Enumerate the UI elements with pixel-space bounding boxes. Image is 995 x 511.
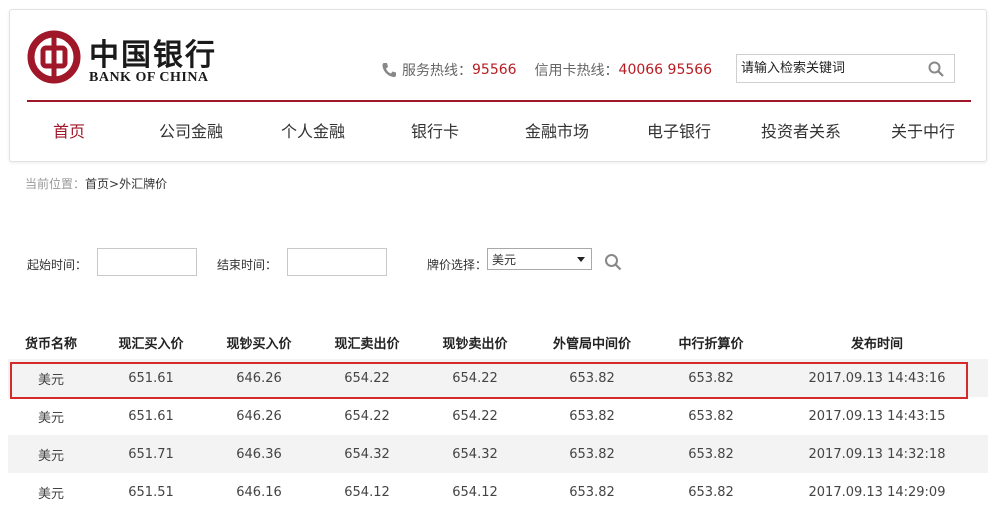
cell-spot-buy: 651.71 (128, 446, 174, 462)
cell-currency: 美元 (37, 372, 64, 388)
cell-cash-sell: 654.22 (452, 370, 498, 386)
cell-boc-rate: 653.82 (688, 408, 734, 424)
breadcrumb: 当前位置：首页>外汇牌价 (25, 175, 167, 192)
cell-spot-sell: 654.12 (344, 484, 390, 500)
price-select-label: 牌价选择： (427, 258, 488, 272)
site-search (736, 54, 955, 83)
start-time-input[interactable] (97, 248, 197, 276)
rate-filter: 起始时间： 结束时间： 牌价选择： 美元 (25, 248, 985, 280)
cell-publish-time: 2017.09.13 14:43:16 (808, 370, 946, 386)
table-row[interactable]: 美元 651.61 646.26 654.22 654.22 653.82 65… (8, 359, 988, 397)
header-boc-rate: 中行折算价 (678, 336, 744, 352)
nav-item-corporate[interactable]: 公司金融 (159, 118, 223, 142)
cell-spot-buy: 651.61 (128, 408, 174, 424)
bank-of-china-emblem-icon (27, 30, 81, 84)
service-hotline-label: 服务热线： (402, 63, 472, 79)
currency-select-value: 美元 (492, 252, 517, 267)
breadcrumb-prefix: 当前位置： (25, 177, 86, 191)
header-currency: 货币名称 (24, 336, 77, 352)
table-header: 货币名称 现汇买入价 现钞买入价 现汇卖出价 现钞卖出价 外管局中间价 中行折算… (8, 325, 988, 359)
hotlines: 服务热线： 95566 信用卡热线： 40066 95566 (380, 60, 712, 80)
filter-search-icon[interactable] (604, 253, 622, 271)
end-time-label: 结束时间： (217, 258, 278, 272)
cell-currency: 美元 (37, 410, 64, 426)
header-cash-buy: 现钞买入价 (226, 336, 292, 352)
header-safe-middle: 外管局中间价 (552, 336, 631, 352)
cell-spot-buy: 651.61 (128, 370, 174, 386)
nav-item-cards[interactable]: 银行卡 (411, 118, 459, 142)
nav-item-investors[interactable]: 投资者关系 (761, 118, 841, 142)
header-spot-buy: 现汇买入价 (118, 336, 184, 352)
header-publish-time: 发布时间 (850, 336, 903, 352)
cell-cash-sell: 654.32 (452, 446, 498, 462)
cell-publish-time: 2017.09.13 14:29:09 (808, 484, 946, 500)
cell-cash-sell: 654.22 (452, 408, 498, 424)
main-nav: 首页 公司金融 个人金融 银行卡 金融市场 电子银行 投资者关系 关于中行 (27, 118, 971, 148)
brand-name-en: BANK OF CHINA (89, 70, 209, 85)
header-divider (27, 100, 971, 102)
header-cash-sell: 现钞卖出价 (442, 336, 508, 352)
nav-item-personal[interactable]: 个人金融 (281, 118, 345, 142)
cell-safe-middle: 653.82 (569, 446, 615, 462)
credit-hotline-label: 信用卡热线： (534, 63, 619, 79)
cell-currency: 美元 (37, 448, 64, 464)
cell-safe-middle: 653.82 (569, 408, 615, 424)
nav-item-about[interactable]: 关于中行 (891, 118, 955, 142)
cell-spot-sell: 654.22 (344, 408, 390, 424)
cell-currency: 美元 (37, 486, 64, 502)
phone-icon (382, 63, 396, 77)
cell-boc-rate: 653.82 (688, 370, 734, 386)
start-time-label: 起始时间： (27, 258, 88, 272)
search-icon[interactable] (925, 58, 947, 80)
cell-boc-rate: 653.82 (688, 484, 734, 500)
header-spot-sell: 现汇卖出价 (334, 336, 400, 352)
table-row[interactable]: 美元 651.71 646.36 654.32 654.32 653.82 65… (8, 435, 988, 473)
currency-select[interactable]: 美元 (487, 248, 592, 270)
nav-item-markets[interactable]: 金融市场 (525, 118, 589, 142)
cell-spot-buy: 651.51 (128, 484, 174, 500)
end-time-input[interactable] (287, 248, 387, 276)
credit-hotline-number: 40066 95566 (618, 62, 713, 78)
table-row[interactable]: 美元 651.61 646.26 654.22 654.22 653.82 65… (8, 397, 988, 435)
cell-boc-rate: 653.82 (688, 446, 734, 462)
cell-publish-time: 2017.09.13 14:43:15 (808, 408, 946, 424)
nav-item-home[interactable]: 首页 (53, 118, 85, 142)
cell-safe-middle: 653.82 (569, 370, 615, 386)
service-hotline-number: 95566 (472, 62, 517, 78)
table-row[interactable]: 美元 651.51 646.16 654.12 654.12 653.82 65… (8, 473, 988, 511)
cell-cash-buy: 646.36 (236, 446, 282, 462)
cell-cash-sell: 654.12 (452, 484, 498, 500)
exchange-rate-table: 货币名称 现汇买入价 现钞买入价 现汇卖出价 现钞卖出价 外管局中间价 中行折算… (8, 325, 988, 511)
nav-item-ebanking[interactable]: 电子银行 (647, 118, 711, 142)
bank-logo[interactable]: 中国银行 BANK OF CHINA (27, 30, 227, 90)
breadcrumb-path[interactable]: 首页>外汇牌价 (85, 177, 167, 191)
cell-cash-buy: 646.26 (236, 370, 282, 386)
search-input[interactable] (737, 57, 925, 80)
brand-name-cn: 中国银行 (89, 38, 217, 73)
cell-safe-middle: 653.82 (569, 484, 615, 500)
cell-cash-buy: 646.26 (236, 408, 282, 424)
cell-spot-sell: 654.22 (344, 370, 390, 386)
chevron-down-icon (577, 257, 585, 262)
site-header: 中国银行 BANK OF CHINA 服务热线： 95566 信用卡热线： 40… (9, 9, 987, 162)
cell-spot-sell: 654.32 (344, 446, 390, 462)
cell-cash-buy: 646.16 (236, 484, 282, 500)
cell-publish-time: 2017.09.13 14:32:18 (808, 446, 946, 462)
